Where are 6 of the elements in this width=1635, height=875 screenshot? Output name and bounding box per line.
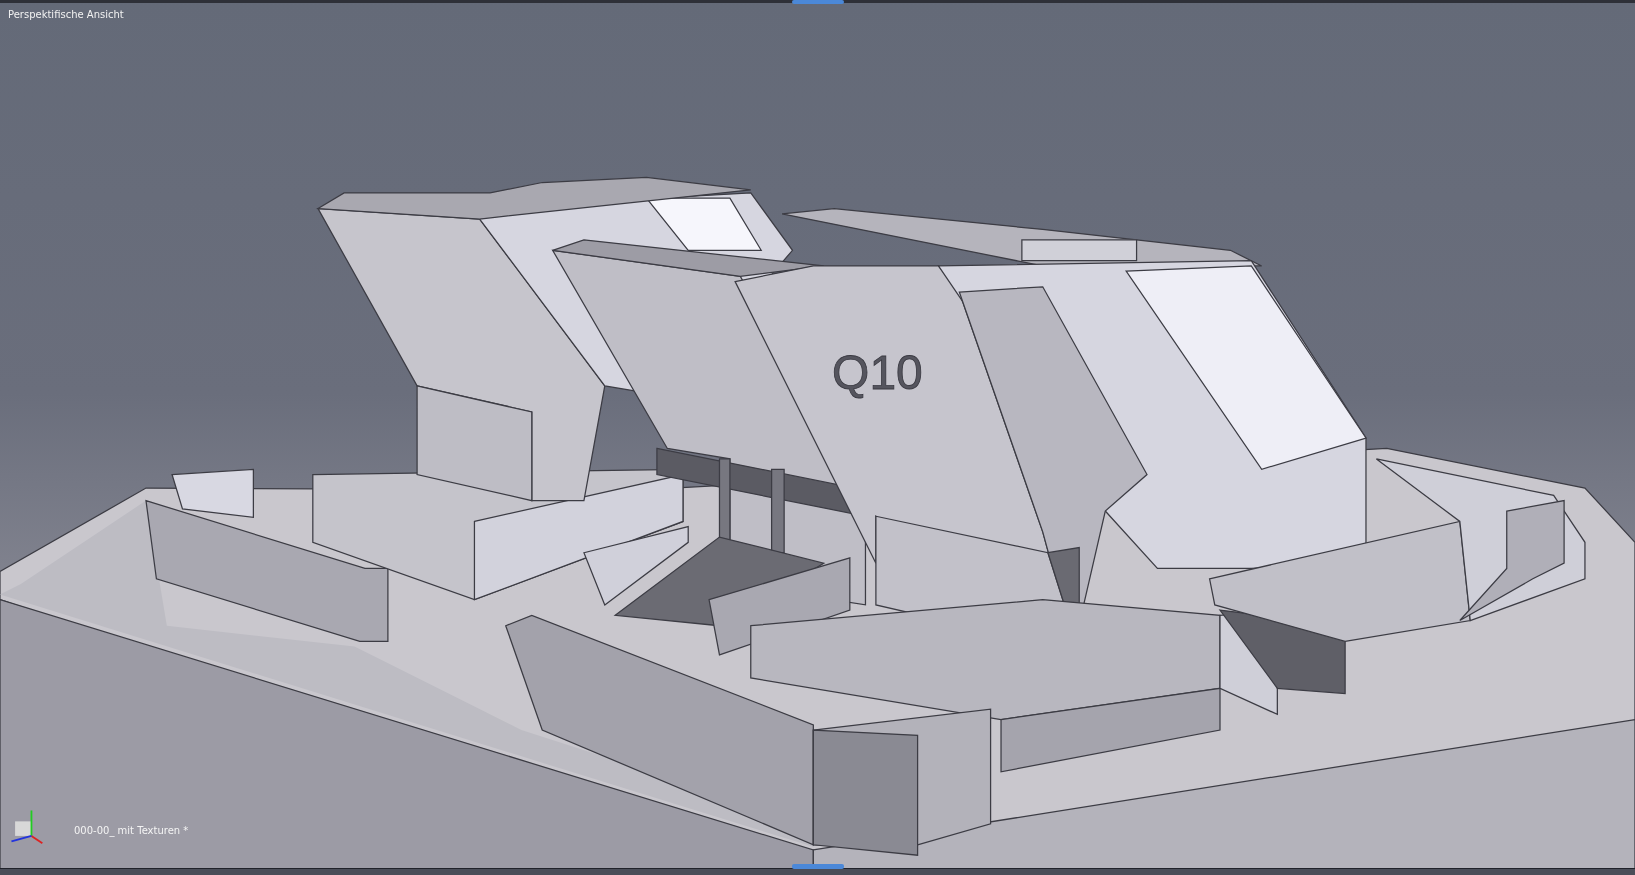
document-name: 000-00_ mit Texturen * xyxy=(74,824,189,836)
model-label: Q10 xyxy=(832,346,923,399)
bottom-panel-handle[interactable] xyxy=(791,864,844,869)
view-title: Perspektifische Ansicht xyxy=(8,9,124,20)
top-panel-handle[interactable] xyxy=(791,0,844,4)
3d-viewport[interactable]: Q10 Perspektifische Ansicht 000-00_ mit Texturen * xyxy=(0,0,1635,875)
